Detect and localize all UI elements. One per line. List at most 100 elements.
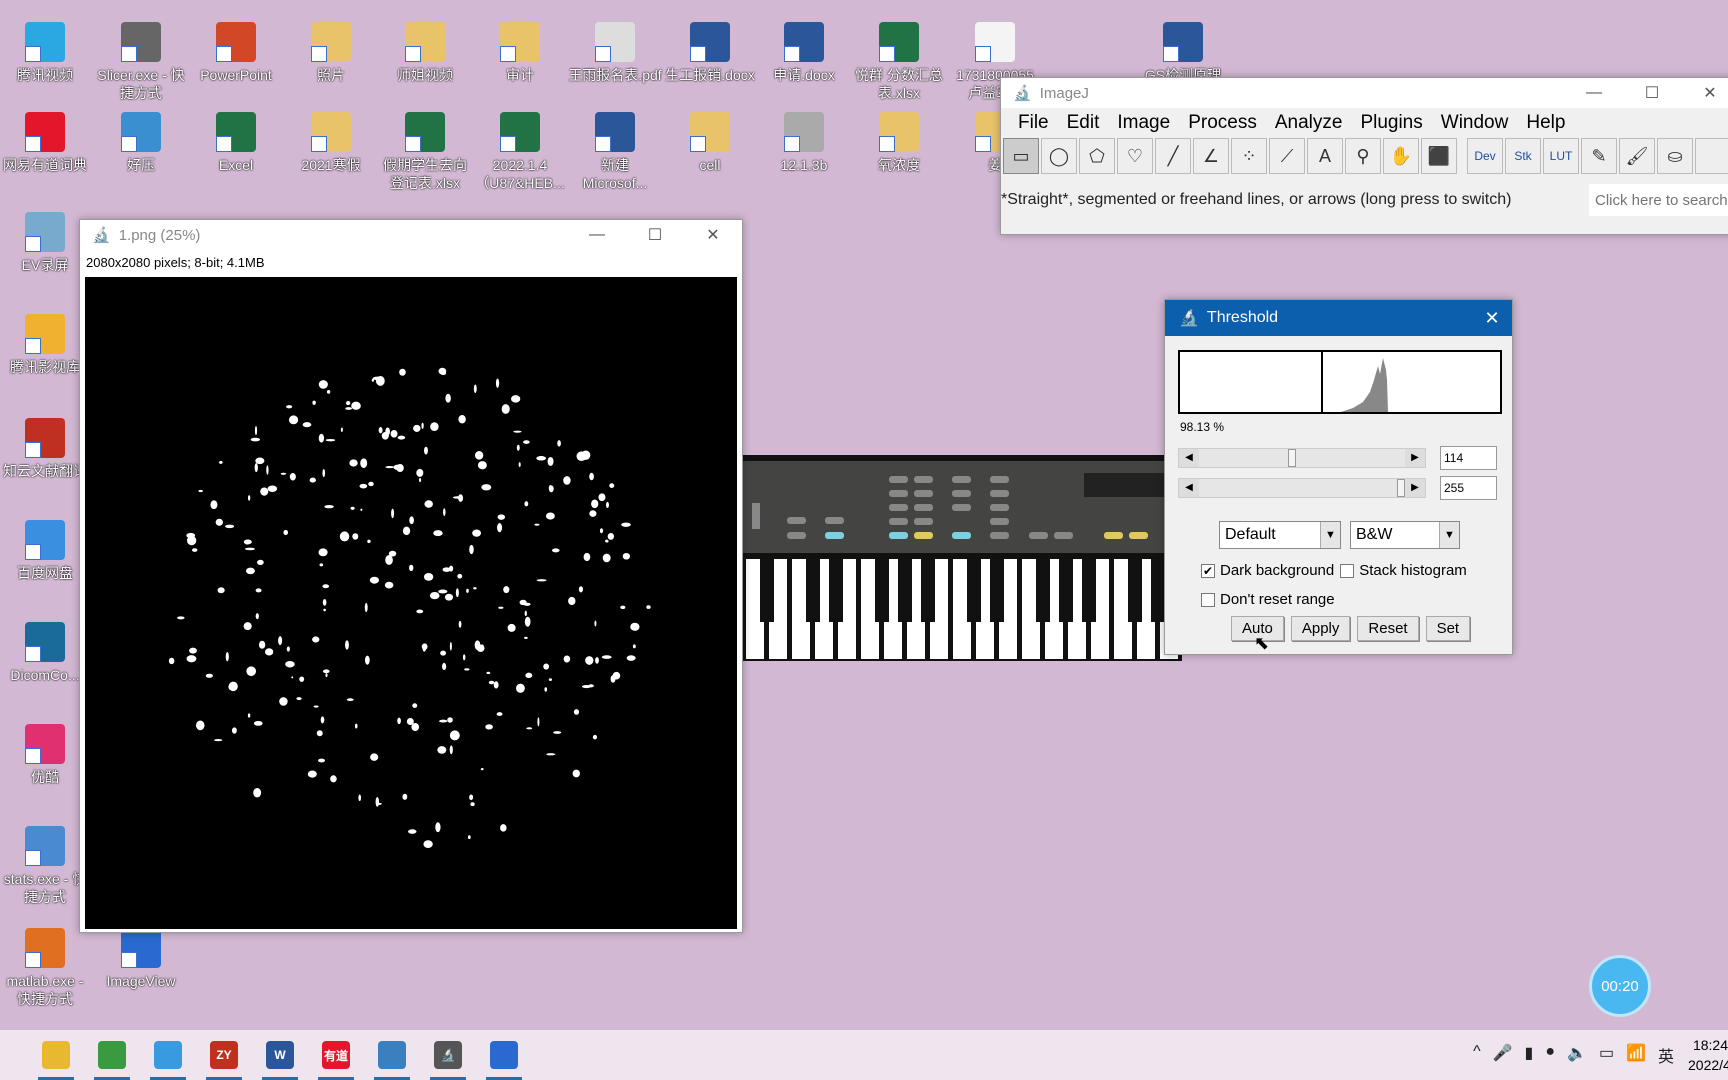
desktop-icon[interactable]: 生工报销.docx (663, 22, 757, 84)
clock-time[interactable]: 18:24 (1688, 1035, 1728, 1055)
hand-tool-icon[interactable]: ✋ (1383, 138, 1419, 174)
menu-analyze[interactable]: Analyze (1266, 112, 1352, 134)
menu-file[interactable]: File (1009, 112, 1058, 134)
menu-help[interactable]: Help (1517, 112, 1574, 134)
tray-icon[interactable]: ▭ (1599, 1043, 1614, 1067)
desktop-icon[interactable]: 好压 (94, 112, 188, 174)
desktop-icon[interactable]: 2021寒假 (284, 112, 378, 174)
pencil-tool-icon[interactable]: ✎ (1581, 138, 1617, 174)
desktop-icon[interactable]: 审计 (473, 22, 567, 84)
slider-thumb[interactable] (1397, 479, 1405, 497)
desktop-icon[interactable]: 假期学生去向登记表.xlsx (378, 112, 472, 192)
desktop-icon[interactable]: 网易有道词典 (0, 112, 92, 174)
close-button[interactable]: ✕ (684, 225, 742, 245)
line-tool-icon[interactable]: ╱ (1155, 138, 1191, 174)
desktop-icon[interactable]: 王雨报名表.pdf (568, 22, 662, 84)
desktop-icon[interactable]: 2022.1.4（U87&HEB... (473, 112, 567, 192)
lut-tool-icon[interactable]: LUT (1543, 138, 1579, 174)
method-select[interactable]: Default ▼ (1219, 521, 1341, 549)
tray-icon[interactable]: ● (1545, 1043, 1555, 1067)
desktop-icon[interactable]: cell (663, 112, 757, 174)
stack-histogram-checkbox[interactable]: Stack histogram (1340, 562, 1467, 579)
tray-icon[interactable]: 📶 (1626, 1043, 1646, 1067)
desktop-icon[interactable]: matlab.exe - 快捷方式 (0, 928, 92, 1008)
text-tool-icon[interactable]: A (1307, 138, 1343, 174)
min-threshold-field[interactable] (1440, 446, 1497, 470)
minimize-button[interactable]: — (1565, 84, 1623, 102)
desktop-icon[interactable]: 12.1.3b (757, 112, 851, 174)
tray-icon[interactable]: 英 (1658, 1043, 1674, 1067)
scroll-right-icon[interactable]: ▶ (1405, 449, 1425, 467)
taskbar-photos[interactable] (476, 1030, 532, 1080)
close-button[interactable]: ✕ (1472, 308, 1512, 329)
scroll-right-icon[interactable]: ▶ (1405, 479, 1425, 497)
taskbar-app[interactable] (364, 1030, 420, 1080)
slider-thumb[interactable] (1287, 449, 1296, 467)
scroll-left-icon[interactable]: ◀ (1179, 449, 1199, 467)
stk-tool-icon[interactable]: Stk (1505, 138, 1541, 174)
search-input[interactable] (1589, 184, 1728, 216)
dont-reset-range-checkbox[interactable]: Don't reset range (1201, 591, 1335, 608)
desktop-icon[interactable]: 悦群 分数汇总表.xlsx (852, 22, 946, 102)
apply-button[interactable]: Apply (1290, 616, 1351, 641)
polygon-tool-icon[interactable]: ⬠ (1079, 138, 1115, 174)
brush-tool-icon[interactable]: 🖌 (1619, 138, 1655, 174)
tray-icon[interactable]: ▮ (1525, 1043, 1534, 1067)
taskbar-file-explorer[interactable] (28, 1030, 84, 1080)
minimize-button[interactable]: — (568, 226, 626, 244)
image-window-titlebar[interactable]: 🔬 1.png (25%) — ☐ ✕ (80, 220, 742, 250)
scroll-left-icon[interactable]: ◀ (1179, 479, 1199, 497)
desktop-icon[interactable]: 新建 Microsof... (568, 112, 662, 192)
taskbar-zhiyun[interactable]: ZY (196, 1030, 252, 1080)
rectangle-tool-icon[interactable]: ▭ (1003, 138, 1039, 174)
taskbar-chrome[interactable] (84, 1030, 140, 1080)
threshold-titlebar[interactable]: 🔬 Threshold ✕ (1165, 300, 1512, 336)
flood-fill-tool-icon[interactable]: ⛀ (1657, 138, 1693, 174)
desktop-icon[interactable]: Slicer.exe - 快捷方式 (94, 22, 188, 102)
taskbar-imagej[interactable]: 🔬 (420, 1030, 476, 1080)
display-mode-select[interactable]: B&W ▼ (1350, 521, 1460, 549)
menu-edit[interactable]: Edit (1058, 112, 1109, 134)
color-picker-tool-icon[interactable]: ⬛ (1421, 138, 1457, 174)
close-button[interactable]: ✕ (1681, 83, 1728, 103)
desktop-icon[interactable]: GS检测原理 (1136, 22, 1230, 84)
menu-process[interactable]: Process (1179, 112, 1266, 134)
recording-timer[interactable]: 00:20 (1589, 955, 1651, 1017)
desktop-icon[interactable]: 照片 (284, 22, 378, 84)
min-threshold-slider[interactable]: ◀ ▶ (1178, 448, 1426, 468)
desktop-icon[interactable]: ImageView (94, 928, 188, 990)
taskbar-browser[interactable] (140, 1030, 196, 1080)
menu-plugins[interactable]: Plugins (1351, 112, 1431, 134)
clock-date[interactable]: 2022/4/ (1688, 1055, 1728, 1075)
menu-window[interactable]: Window (1432, 112, 1518, 134)
set-button[interactable]: Set (1425, 616, 1471, 641)
multipoint-tool-icon[interactable]: ⁘ (1231, 138, 1267, 174)
desktop-icon[interactable]: 申请.docx (757, 22, 851, 84)
dev-tool-icon[interactable]: Dev (1467, 138, 1503, 174)
desktop-icon[interactable]: Excel (189, 112, 283, 174)
magnifier-tool-icon[interactable]: ⚲ (1345, 138, 1381, 174)
taskbar-youdao[interactable]: 有道 (308, 1030, 364, 1080)
oval-tool-icon[interactable]: ◯ (1041, 138, 1077, 174)
tray-icon[interactable]: 🎤 (1493, 1043, 1513, 1067)
maximize-button[interactable]: ☐ (626, 225, 684, 245)
dark-background-checkbox[interactable]: ✔ Dark background (1201, 562, 1334, 579)
image-canvas[interactable] (85, 277, 737, 929)
wand-tool-icon[interactable]: ⟋ (1269, 138, 1305, 174)
taskbar-word[interactable]: W (252, 1030, 308, 1080)
desktop-icon[interactable]: 腾讯视频 (0, 22, 92, 84)
desktop-icon[interactable]: 氧浓度 (852, 112, 946, 174)
max-threshold-field[interactable] (1440, 476, 1497, 500)
max-threshold-slider[interactable]: ◀ ▶ (1178, 478, 1426, 498)
menu-image[interactable]: Image (1108, 112, 1179, 134)
freehand-tool-icon[interactable]: ♡ (1117, 138, 1153, 174)
tray-icon[interactable]: 🔈 (1567, 1043, 1587, 1067)
reset-button[interactable]: Reset (1357, 616, 1419, 641)
desktop-icon[interactable]: PowerPoint (189, 22, 283, 84)
angle-tool-icon[interactable]: ∠ (1193, 138, 1229, 174)
blank-tool-icon[interactable] (1695, 138, 1728, 174)
desktop-icon[interactable]: 师姐视频 (378, 22, 472, 84)
imagej-titlebar[interactable]: 🔬 ImageJ — ☐ ✕ (1001, 78, 1728, 108)
tray-icon[interactable]: ^ (1473, 1043, 1481, 1067)
maximize-button[interactable]: ☐ (1623, 83, 1681, 103)
